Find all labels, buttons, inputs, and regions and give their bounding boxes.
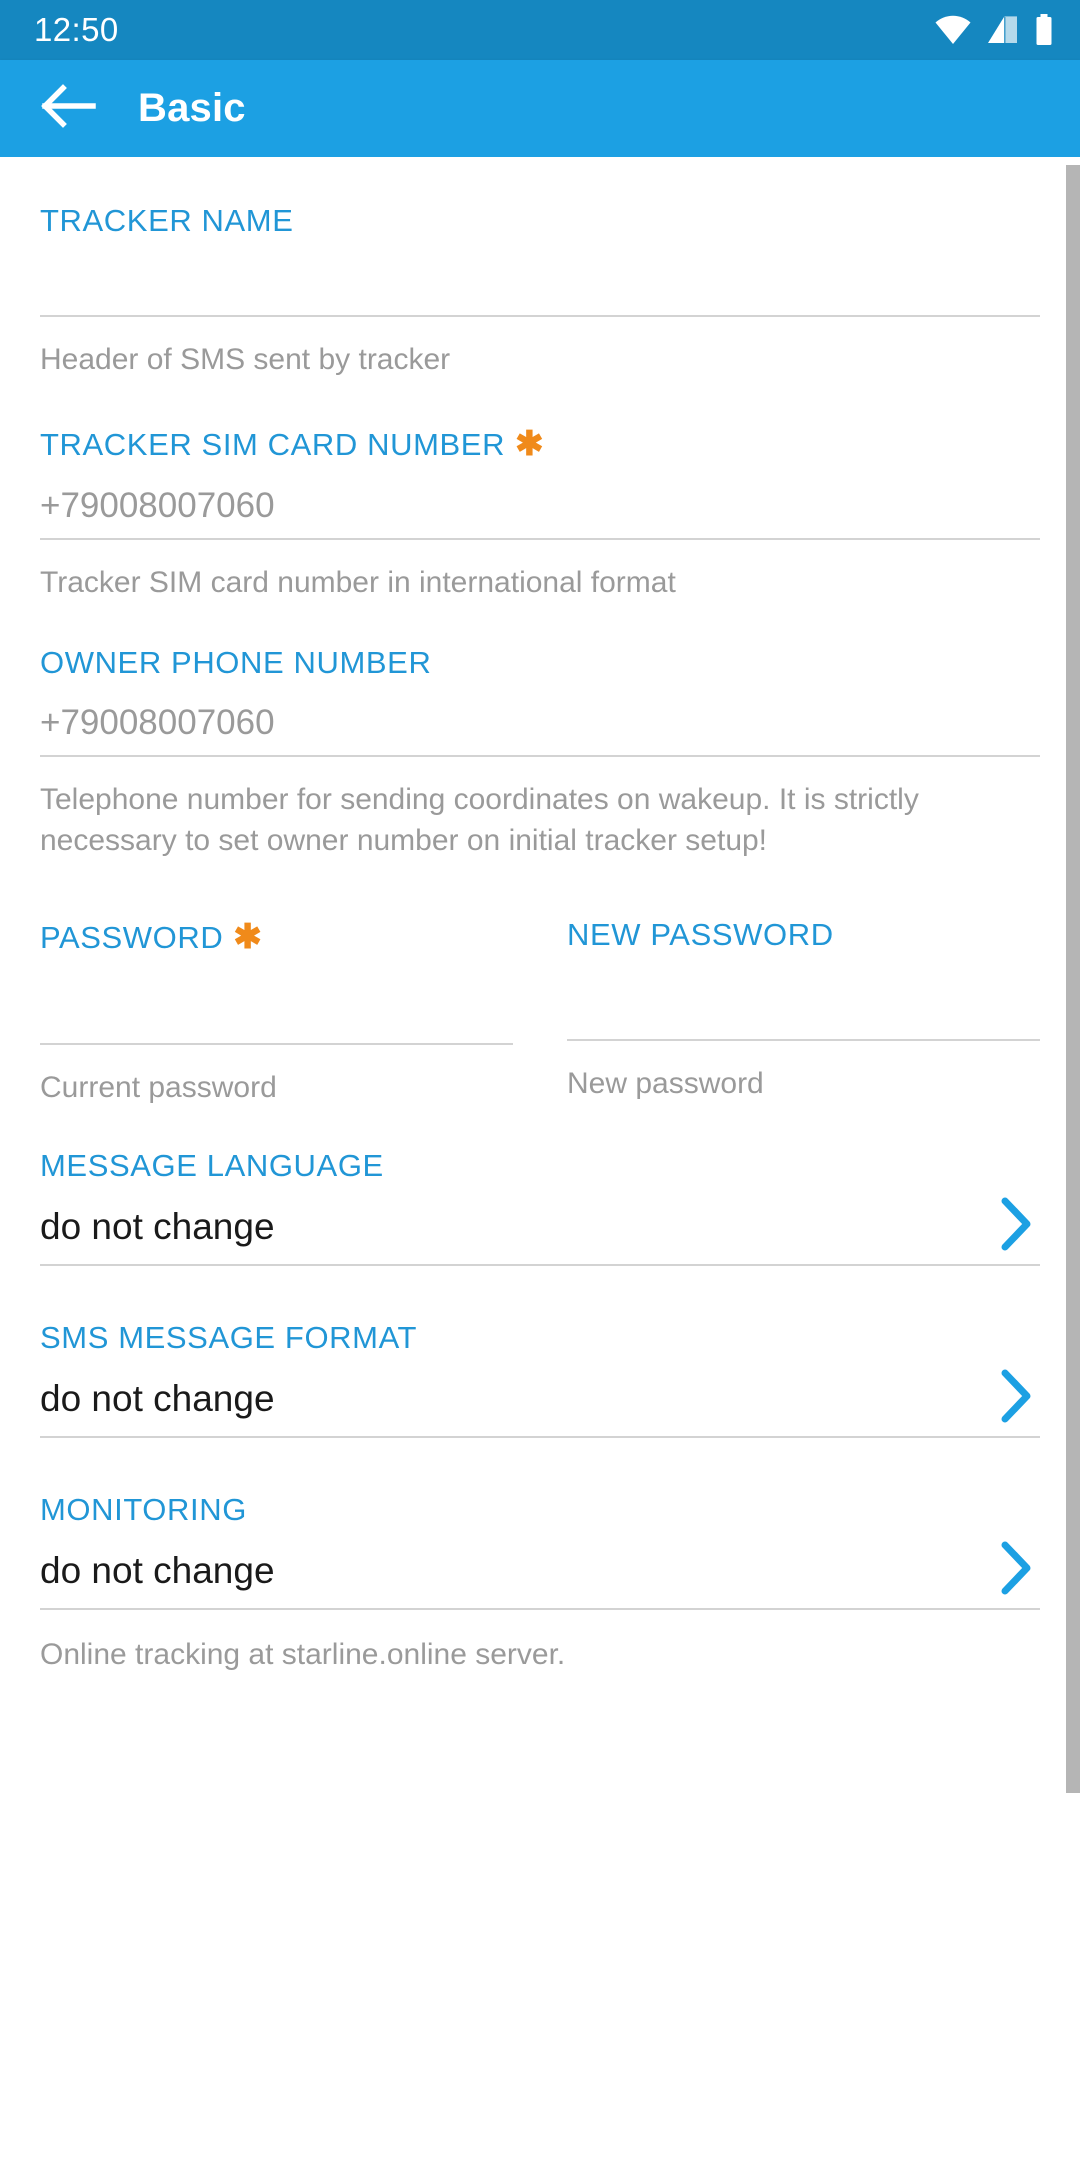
owner-phone-helper: Telephone number for sending coordinates…	[40, 783, 919, 857]
app-screen: 12:50 Basic TRACKER NAME Header of SMS s…	[0, 0, 1080, 2160]
field-new-password[interactable]: NEW PASSWORD New password	[567, 917, 1040, 1108]
sms-message-format-select[interactable]: do not change	[40, 1356, 1040, 1436]
required-marker-icon: ✱	[233, 918, 263, 956]
tracker-sim-helper: Tracker SIM card number in international…	[40, 566, 676, 599]
field-owner-phone[interactable]: OWNER PHONE NUMBER +79008007060 Telephon…	[40, 603, 1040, 861]
password-input[interactable]	[40, 957, 513, 1043]
required-marker-icon: ✱	[515, 425, 545, 463]
chevron-right-icon[interactable]	[992, 1369, 1040, 1423]
settings-form: TRACKER NAME Header of SMS sent by track…	[0, 157, 1080, 2160]
owner-phone-input[interactable]: +79008007060	[40, 681, 1040, 755]
battery-icon	[1034, 14, 1054, 46]
monitoring-select[interactable]: do not change	[40, 1528, 1040, 1608]
field-tracker-sim[interactable]: TRACKER SIM CARD NUMBER ✱ +79008007060 Tr…	[40, 380, 1040, 603]
back-button[interactable]	[36, 76, 102, 142]
sms-message-format-label: SMS MESSAGE FORMAT	[40, 1320, 418, 1355]
monitoring-helper: Online tracking at starline.online serve…	[40, 1638, 566, 1671]
monitoring-label: MONITORING	[40, 1492, 247, 1527]
scrollbar-track[interactable]	[1066, 157, 1080, 2160]
app-bar: Basic	[0, 60, 1080, 157]
password-label: PASSWORD ✱	[40, 918, 263, 956]
field-tracker-name[interactable]: TRACKER NAME Header of SMS sent by track…	[40, 157, 1040, 380]
tracker-name-input[interactable]	[40, 239, 1040, 315]
message-language-value: do not change	[40, 1206, 275, 1247]
message-language-select[interactable]: do not change	[40, 1184, 1040, 1264]
scrollbar-thumb[interactable]	[1066, 165, 1080, 1793]
tracker-sim-label: TRACKER SIM CARD NUMBER ✱	[40, 425, 545, 463]
new-password-helper: New password	[567, 1067, 764, 1100]
password-helper: Current password	[40, 1071, 277, 1104]
chevron-right-icon[interactable]	[992, 1541, 1040, 1595]
new-password-input[interactable]	[567, 953, 1040, 1039]
new-password-label: NEW PASSWORD	[567, 917, 834, 952]
tracker-name-label: TRACKER NAME	[40, 203, 294, 238]
cellular-signal-icon	[986, 15, 1020, 45]
field-message-language[interactable]: MESSAGE LANGUAGE do not change	[40, 1108, 1040, 1266]
field-password[interactable]: PASSWORD ✱ Current password	[40, 917, 513, 1108]
wifi-icon	[934, 15, 972, 45]
page-title: Basic	[138, 86, 246, 130]
chevron-right-icon[interactable]	[992, 1197, 1040, 1251]
monitoring-value: do not change	[40, 1550, 275, 1591]
tracker-sim-input[interactable]: +79008007060	[40, 464, 1040, 538]
password-row: PASSWORD✱ Current password NEW PASSWORD	[40, 861, 1040, 1108]
tracker-name-helper: Header of SMS sent by tracker	[40, 343, 451, 376]
owner-phone-label: OWNER PHONE NUMBER	[40, 645, 432, 680]
status-bar-icons	[934, 14, 1054, 46]
status-bar-clock: 12:50	[34, 11, 119, 48]
field-monitoring[interactable]: MONITORING do not change Online tracking…	[40, 1438, 1040, 1675]
back-arrow-icon	[41, 83, 97, 134]
field-sms-message-format[interactable]: SMS MESSAGE FORMAT do not change	[40, 1266, 1040, 1438]
status-bar: 12:50	[0, 0, 1080, 60]
message-language-label: MESSAGE LANGUAGE	[40, 1148, 384, 1183]
sms-message-format-value: do not change	[40, 1378, 275, 1419]
